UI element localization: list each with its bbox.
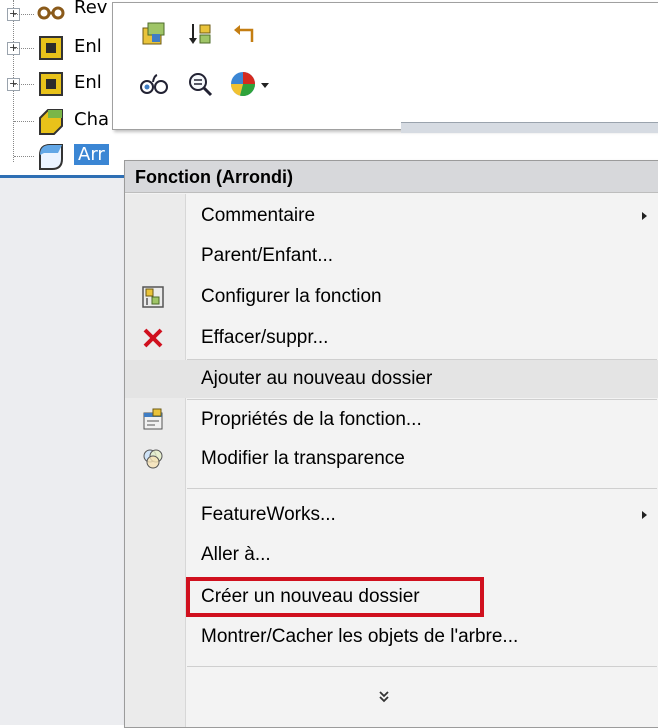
context-toolbar — [112, 2, 658, 133]
menu-item-label: Parent/Enfant... — [201, 245, 334, 266]
highlight-annotation — [186, 577, 484, 617]
menu-item-label: Modifier la transparence — [201, 448, 405, 469]
appearance-button[interactable] — [227, 67, 277, 101]
menu-item-proprietes[interactable]: Propriétés de la fonction... — [125, 401, 658, 439]
tree-connector-h — [14, 84, 34, 85]
menu-item-label: Propriétés de la fonction... — [201, 409, 422, 430]
feature-tree: + Rev + Enl + Enl Cha Arr — [0, 0, 130, 725]
tree-item-label: Arr — [74, 141, 109, 169]
fillet-icon — [36, 141, 68, 170]
menu-item-transparence[interactable]: Modifier la transparence — [125, 440, 658, 478]
tree-item-extrude-2[interactable]: + Enl — [0, 69, 130, 99]
tree-connector-h — [14, 14, 34, 15]
tree-item-label: Enl — [74, 36, 102, 57]
rollback-icon — [189, 24, 211, 44]
submenu-arrow-icon — [642, 511, 647, 519]
menu-item-label: FeatureWorks... — [201, 504, 336, 525]
appearance-icon — [231, 72, 269, 96]
tree-connector-h — [14, 121, 34, 122]
tree-item-label: Enl — [74, 72, 102, 93]
tree-item-label: Rev — [74, 0, 108, 18]
menu-item-featureworks[interactable]: FeatureWorks... — [125, 496, 658, 534]
tree-empty-area — [0, 175, 128, 725]
configure-feature-icon — [139, 283, 167, 311]
menu-item-montrer-cacher[interactable]: Montrer/Cacher les objets de l'arbre... — [125, 618, 658, 656]
undo-arrow-button[interactable] — [227, 17, 261, 51]
menu-separator — [187, 488, 657, 489]
menu-separator — [187, 666, 657, 667]
menu-item-label: Configurer la fonction — [201, 286, 382, 307]
view-button[interactable] — [137, 67, 171, 101]
menu-item-label: Montrer/Cacher les objets de l'arbre... — [201, 626, 519, 647]
menu-item-parent-enfant[interactable]: Parent/Enfant... — [125, 237, 658, 275]
edit-feature-button[interactable] — [137, 17, 171, 51]
tree-item-label: Cha — [74, 109, 110, 130]
tree-connector-h — [14, 156, 34, 157]
menu-item-label: Effacer/suppr... — [201, 327, 329, 348]
menu-separator — [187, 399, 657, 400]
tree-item-fillet[interactable]: Arr — [0, 141, 130, 171]
extrude-cut-icon — [36, 33, 68, 61]
extrude-cut-icon — [36, 69, 68, 97]
chamfer-icon — [36, 106, 68, 135]
menu-item-label: Aller à... — [201, 544, 271, 565]
zoom-button[interactable] — [183, 67, 217, 101]
undo-arrow-icon — [234, 25, 254, 42]
tree-item-extrude-1[interactable]: + Enl — [0, 33, 130, 63]
context-menu: Fonction (Arrondi) Commentaire Parent/En… — [124, 160, 658, 728]
expand-menu-icon[interactable] — [377, 689, 391, 708]
menu-item-aller-a[interactable]: Aller à... — [125, 536, 658, 574]
rollback-button[interactable] — [183, 17, 217, 51]
menu-item-label: Commentaire — [201, 205, 316, 226]
tree-item-chamfer[interactable]: Cha — [0, 106, 130, 136]
menu-item-configurer[interactable]: Configurer la fonction — [125, 278, 658, 316]
edit-feature-icon — [142, 22, 165, 45]
tree-connector-h — [14, 48, 34, 49]
toolbar-edge — [401, 122, 658, 133]
delete-icon — [139, 324, 167, 352]
menu-item-label: Ajouter au nouveau dossier — [201, 368, 433, 389]
menu-header: Fonction (Arrondi) — [125, 161, 658, 193]
transparency-icon — [139, 445, 167, 473]
view-icon — [140, 74, 168, 94]
tree-item-revolve[interactable]: + Rev — [0, 0, 130, 32]
menu-item-ajouter-dossier[interactable]: Ajouter au nouveau dossier — [125, 360, 658, 398]
menu-item-effacer[interactable]: Effacer/suppr... — [125, 319, 658, 357]
submenu-arrow-icon — [642, 212, 647, 220]
zoom-icon — [189, 73, 213, 97]
menu-item-commentaire[interactable]: Commentaire — [125, 197, 658, 235]
revolve-icon — [36, 2, 68, 30]
properties-icon — [139, 406, 167, 434]
